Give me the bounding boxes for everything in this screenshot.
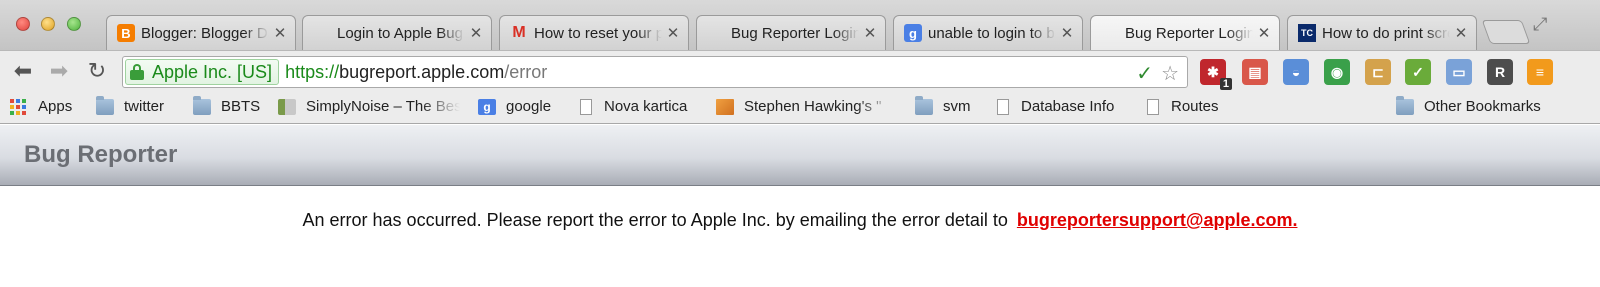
bookmark-folder-bbts[interactable]: BBTS bbox=[193, 95, 260, 115]
speaker-icon bbox=[278, 98, 296, 115]
bookmark-apps[interactable]: Apps bbox=[10, 98, 72, 115]
bookmarks-bar: Apps twitter BBTS SimplyNoise – The Best… bbox=[0, 92, 1600, 124]
tab-label: Login to Apple Bug Reporter bbox=[337, 24, 465, 42]
pdf-icon[interactable]: ▤ bbox=[1242, 59, 1268, 85]
tab-label: Bug Reporter Login bbox=[1125, 24, 1253, 42]
close-icon[interactable]: ✕ bbox=[1454, 24, 1468, 42]
close-icon[interactable]: ✕ bbox=[863, 24, 877, 42]
spellcheck-icon[interactable]: ✓ bbox=[1405, 59, 1431, 85]
close-icon[interactable]: ✕ bbox=[666, 24, 680, 42]
extension-badge: 1 bbox=[1219, 78, 1232, 90]
folder-icon bbox=[915, 95, 933, 115]
close-window-button[interactable] bbox=[16, 17, 30, 31]
error-text: An error has occurred. Please report the… bbox=[302, 210, 1008, 230]
page-icon bbox=[580, 98, 592, 115]
close-icon[interactable]: ✕ bbox=[1060, 24, 1074, 42]
page-icon bbox=[1147, 98, 1159, 115]
tab-strip: B Blogger: Blogger Dashboard ✕ Login to … bbox=[0, 0, 1600, 50]
tab-google-search[interactable]: g unable to login to bug reporter ✕ bbox=[893, 15, 1083, 50]
forward-arrow-icon[interactable]: ➡ bbox=[46, 58, 72, 84]
apps-grid-icon bbox=[10, 98, 28, 115]
tab-gmail[interactable]: M How to reset your password ✕ bbox=[499, 15, 689, 50]
support-email-link[interactable]: bugreportersupport@apple.com. bbox=[1017, 210, 1298, 230]
tab-blogger[interactable]: B Blogger: Blogger Dashboard ✕ bbox=[106, 15, 296, 50]
screen-capture-icon[interactable]: ◒ bbox=[1283, 59, 1309, 85]
bookmark-simplynoise[interactable]: SimplyNoise – The Best bbox=[278, 98, 460, 115]
tab-label: Blogger: Blogger Dashboard bbox=[141, 24, 269, 42]
image-icon bbox=[716, 98, 734, 115]
bookmark-google[interactable]: g google bbox=[478, 98, 551, 115]
close-icon[interactable]: ✕ bbox=[273, 24, 287, 42]
minimize-window-button[interactable] bbox=[41, 17, 55, 31]
google-icon: g bbox=[904, 24, 922, 42]
tab-label: How to reset your password bbox=[534, 24, 662, 42]
lock-icon bbox=[130, 64, 144, 80]
bookmark-star-icon[interactable]: ☆ bbox=[1161, 61, 1179, 86]
folder-icon bbox=[1396, 95, 1414, 115]
techcrunch-icon: TC bbox=[1298, 24, 1316, 42]
url-text[interactable]: https://bugreport.apple.com/error bbox=[285, 62, 547, 83]
bookmark-folder-svm[interactable]: svm bbox=[915, 95, 971, 115]
page-title: Bug Reporter bbox=[24, 141, 178, 168]
close-icon[interactable]: ✕ bbox=[1257, 24, 1271, 42]
zoom-window-button[interactable] bbox=[67, 17, 81, 31]
android-icon[interactable]: ◉ bbox=[1324, 59, 1350, 85]
readability-icon[interactable]: R bbox=[1487, 59, 1513, 85]
bookmark-nova-kartica[interactable]: Nova kartica bbox=[580, 98, 687, 115]
window-icon[interactable]: ▭ bbox=[1446, 59, 1472, 85]
back-arrow-icon[interactable]: ⬅ bbox=[10, 58, 36, 84]
apple-icon bbox=[313, 24, 331, 42]
browser-toolbar: ⬅ ➡ ↻ Apple Inc. [US] https://bugreport.… bbox=[0, 50, 1600, 92]
translate-check-icon[interactable]: ✓ bbox=[1136, 61, 1153, 86]
tab-label: How to do print screen bbox=[1322, 24, 1450, 42]
error-message: An error has occurred. Please report the… bbox=[0, 210, 1600, 231]
page-header: Bug Reporter bbox=[0, 125, 1600, 186]
reload-icon[interactable]: ↻ bbox=[84, 58, 110, 84]
tab-login-apple[interactable]: Login to Apple Bug Reporter ✕ bbox=[302, 15, 492, 50]
blogger-icon: B bbox=[117, 24, 135, 42]
new-tab-button[interactable] bbox=[1481, 20, 1531, 44]
tab-label: unable to login to bug reporter bbox=[928, 24, 1056, 42]
menu-icon[interactable]: ≡ bbox=[1527, 59, 1553, 85]
tab-bug-reporter-active[interactable]: Bug Reporter Login ✕ bbox=[1090, 15, 1280, 50]
ruler-icon[interactable]: ⊏ bbox=[1365, 59, 1391, 85]
tab-techcrunch[interactable]: TC How to do print screen ✕ bbox=[1287, 15, 1477, 50]
fullscreen-icon[interactable]: ⤢ bbox=[1533, 14, 1547, 35]
tab-bug-reporter-login[interactable]: Bug Reporter Login ✕ bbox=[696, 15, 886, 50]
bookmark-folder-twitter[interactable]: twitter bbox=[96, 95, 164, 115]
gmail-icon: M bbox=[512, 24, 526, 41]
page-icon bbox=[997, 98, 1009, 115]
google-icon: g bbox=[478, 98, 496, 115]
bookmark-stephen-hawking[interactable]: Stephen Hawking's " bbox=[716, 98, 894, 115]
folder-icon bbox=[193, 95, 211, 115]
close-icon[interactable]: ✕ bbox=[469, 24, 483, 42]
bookmark-routes[interactable]: Routes bbox=[1147, 98, 1219, 115]
ev-certificate-badge[interactable]: Apple Inc. [US] bbox=[125, 59, 280, 85]
bookmark-other[interactable]: Other Bookmarks bbox=[1396, 95, 1541, 115]
address-bar[interactable]: Apple Inc. [US] https://bugreport.apple.… bbox=[122, 56, 1188, 88]
bookmark-database-info[interactable]: Database Info bbox=[997, 98, 1114, 115]
lastpass-icon[interactable]: ✱ 1 bbox=[1200, 59, 1232, 90]
apple-icon bbox=[1101, 24, 1119, 42]
apple-icon bbox=[707, 24, 725, 42]
tab-label: Bug Reporter Login bbox=[731, 24, 859, 42]
ev-label: Apple Inc. [US] bbox=[152, 61, 273, 82]
folder-icon bbox=[96, 95, 114, 115]
